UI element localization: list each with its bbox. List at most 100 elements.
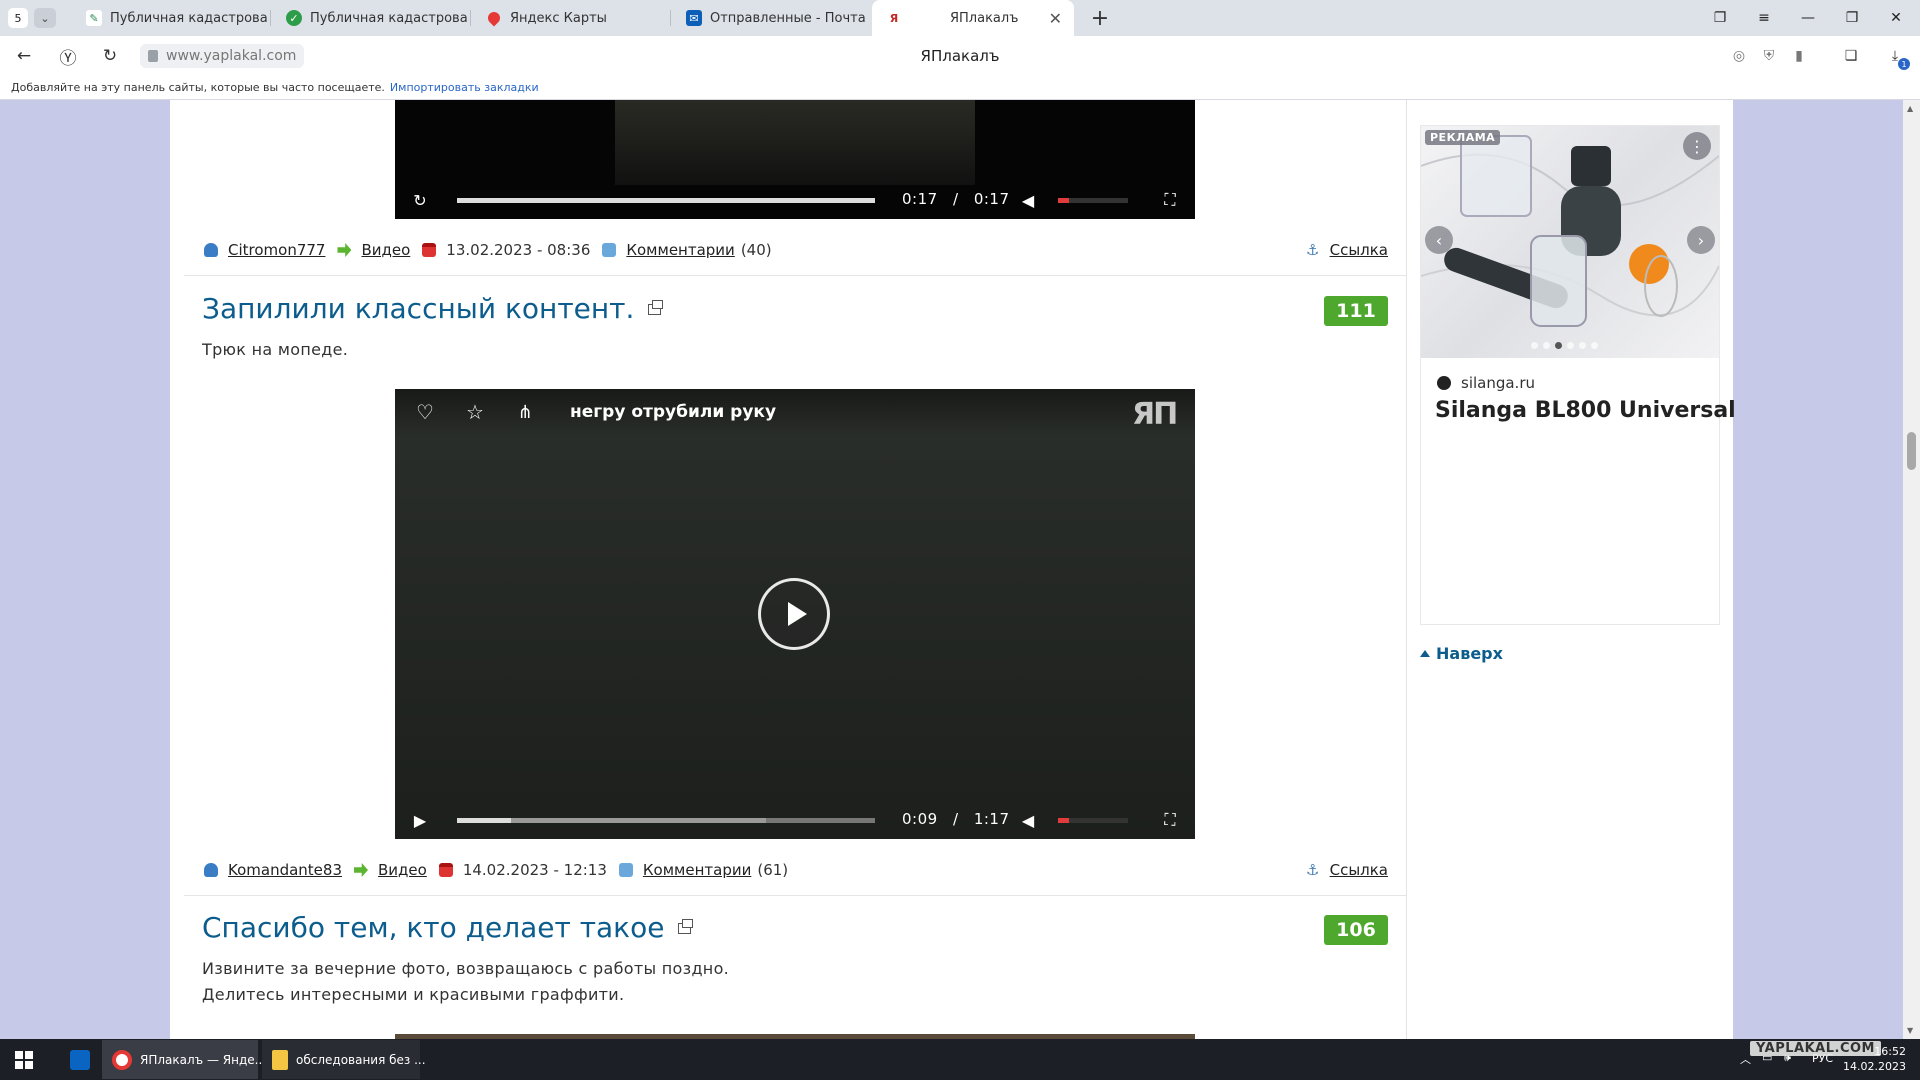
video-player[interactable]: ↻ 0:17 / 0:17 ◀ ⛶ bbox=[395, 100, 1195, 219]
permalink-label[interactable]: Ссылка bbox=[1330, 241, 1388, 259]
post-title-text[interactable]: Спасибо тем, кто делает такое bbox=[202, 911, 664, 944]
video-progress-bar[interactable] bbox=[457, 818, 875, 823]
minimize-icon[interactable]: — bbox=[1796, 6, 1820, 30]
outlook-icon bbox=[70, 1049, 90, 1070]
tab-label: Публичная кадастровая к bbox=[310, 10, 468, 26]
play-button[interactable] bbox=[758, 578, 830, 650]
volume-icon[interactable]: ◀ bbox=[1015, 187, 1041, 213]
video-overlay-title: негру отрубили руку bbox=[570, 402, 777, 422]
back-arrow-icon[interactable]: ← bbox=[12, 44, 36, 68]
carousel-dot[interactable] bbox=[1531, 342, 1538, 349]
video-progress-bar[interactable] bbox=[457, 198, 875, 203]
replay-icon[interactable]: ↻ bbox=[407, 187, 433, 213]
user-icon bbox=[204, 243, 218, 257]
collections-icon[interactable]: ❏ bbox=[1840, 45, 1862, 67]
share-icon[interactable]: ⋔ bbox=[512, 399, 538, 425]
restore-icon[interactable]: ❐ bbox=[1840, 6, 1864, 30]
post-date: 14.02.2023 - 12:13 bbox=[462, 861, 607, 879]
permalink[interactable]: ⚓ Ссылка bbox=[1306, 241, 1388, 259]
carousel-dot[interactable] bbox=[1543, 342, 1550, 349]
permalink-label[interactable]: Ссылка bbox=[1330, 861, 1388, 879]
ad-menu-icon[interactable]: ⋮ bbox=[1683, 132, 1711, 160]
reader-mode-icon[interactable]: ◎ bbox=[1728, 45, 1750, 67]
video-player[interactable]: ♡ ☆ ⋔ негру отрубили руку ЯП ▶ 0:09 / 1:… bbox=[395, 389, 1195, 839]
author-link[interactable]: Citromon777 bbox=[228, 241, 325, 259]
tab-label: Отправленные - Почта M bbox=[710, 10, 868, 26]
bookmark-icon[interactable]: ▮ bbox=[1788, 45, 1810, 67]
tab-cadastral-2[interactable]: ✓ Публичная кадастровая к bbox=[272, 0, 468, 36]
yandex-logo-icon[interactable]: Ⓨ bbox=[56, 44, 80, 69]
chevron-right-icon[interactable]: › bbox=[1687, 226, 1715, 254]
rating-badge[interactable]: 111 bbox=[1324, 296, 1388, 326]
carousel-dot[interactable] bbox=[1555, 342, 1562, 349]
comments-link[interactable]: Комментарии bbox=[626, 241, 734, 259]
video-time: 0:17 / 0:17 bbox=[902, 190, 1010, 208]
volume-level bbox=[1058, 198, 1069, 203]
tab-list-chevron-icon[interactable]: ⌄ bbox=[34, 8, 56, 28]
tab-yaplakal[interactable]: Я ЯПлакалъ ✕ bbox=[872, 0, 1074, 36]
lock-icon[interactable] bbox=[148, 50, 158, 62]
ad-headline[interactable]: Silanga BL800 Universal bbox=[1435, 398, 1736, 423]
tab-cadastral-1[interactable]: ✎ Публичная кадастровая к bbox=[72, 0, 268, 36]
protect-icon[interactable]: ⛨ bbox=[1758, 45, 1780, 67]
carousel-dot[interactable] bbox=[1567, 342, 1574, 349]
carousel-dot[interactable] bbox=[1579, 342, 1586, 349]
comments-link[interactable]: Комментарии bbox=[643, 861, 751, 879]
url-field[interactable]: www.yaplakal.com bbox=[140, 44, 305, 68]
post-title[interactable]: Спасибо тем, кто делает такое bbox=[202, 911, 694, 944]
arrow-right-icon bbox=[354, 863, 368, 877]
category-link[interactable]: Видео bbox=[361, 241, 410, 259]
ad-domain-text: silanga.ru bbox=[1461, 374, 1536, 392]
time-separator: / bbox=[952, 810, 959, 828]
windows-start-icon[interactable] bbox=[0, 1039, 48, 1080]
tab-yandex-maps[interactable]: Яндекс Карты bbox=[472, 0, 668, 36]
volume-icon[interactable]: ◀ bbox=[1015, 807, 1041, 833]
carousel-dot[interactable] bbox=[1591, 342, 1598, 349]
tab-count-badge[interactable]: 5 bbox=[8, 8, 28, 28]
check-circle-icon: ✓ bbox=[286, 10, 302, 26]
close-tab-icon[interactable]: ✕ bbox=[1049, 9, 1062, 28]
play-small-icon[interactable]: ▶ bbox=[407, 807, 433, 833]
ad-domain[interactable]: silanga.ru bbox=[1437, 374, 1535, 392]
menu-icon[interactable]: ≡ bbox=[1752, 6, 1776, 30]
favorite-star-icon[interactable]: ☆ bbox=[462, 399, 488, 425]
new-tab-plus-icon[interactable]: + bbox=[1088, 6, 1112, 31]
category-link[interactable]: Видео bbox=[378, 861, 427, 879]
taskbar-item-label: обследования без ... bbox=[296, 1052, 426, 1067]
fullscreen-icon[interactable]: ⛶ bbox=[1157, 187, 1183, 213]
volume-slider[interactable] bbox=[1058, 198, 1128, 203]
scroll-down-icon[interactable]: ▼ bbox=[1907, 1026, 1913, 1035]
address-bar: ← Ⓨ ↻ www.yaplakal.com ЯПлакалъ ◎ ⛨ ▮ ❏ … bbox=[0, 36, 1920, 76]
scroll-thumb[interactable] bbox=[1907, 432, 1916, 470]
tab-separator bbox=[270, 10, 271, 26]
cadastral-favicon-icon: ✎ bbox=[86, 10, 102, 26]
like-heart-icon[interactable]: ♡ bbox=[412, 399, 438, 425]
post-title[interactable]: Запилили классный контент. bbox=[202, 292, 664, 325]
bookmarks-bar: Добавляйте на эту панель сайты, которые … bbox=[0, 76, 1920, 100]
back-to-top-link[interactable]: Наверх bbox=[1420, 644, 1503, 663]
taskbar-explorer[interactable]: обследования без ... bbox=[262, 1040, 426, 1079]
import-bookmarks-link[interactable]: Импортировать закладки bbox=[390, 81, 539, 94]
open-new-window-icon[interactable] bbox=[678, 919, 694, 934]
ad-card[interactable]: РЕКЛАМА ⋮ ‹ › silanga.ru Silanga BL800 U… bbox=[1420, 125, 1736, 625]
close-window-icon[interactable]: ✕ bbox=[1884, 6, 1908, 30]
clock[interactable]: 16:52 14.02.2023 bbox=[1843, 1044, 1906, 1074]
taskbar-outlook[interactable] bbox=[60, 1040, 100, 1079]
page-scrollbar[interactable]: ▲ ▼ bbox=[1903, 100, 1920, 1039]
bookmark-collections-icon[interactable]: ❐ bbox=[1708, 6, 1732, 30]
volume-slider[interactable] bbox=[1058, 818, 1128, 823]
chevron-left-icon[interactable]: ‹ bbox=[1425, 226, 1453, 254]
rating-badge[interactable]: 106 bbox=[1324, 915, 1388, 945]
scroll-up-icon[interactable]: ▲ bbox=[1907, 104, 1913, 113]
author-link[interactable]: Komandante83 bbox=[228, 861, 342, 879]
ad-image[interactable]: РЕКЛАМА ⋮ ‹ › bbox=[1421, 126, 1719, 358]
permalink[interactable]: ⚓ Ссылка bbox=[1306, 861, 1388, 879]
tab-mail[interactable]: ✉ Отправленные - Почта M bbox=[672, 0, 868, 36]
reload-icon[interactable]: ↻ bbox=[98, 44, 122, 68]
yandex-browser-icon bbox=[112, 1049, 132, 1070]
fullscreen-icon[interactable]: ⛶ bbox=[1157, 807, 1183, 833]
post-title-text[interactable]: Запилили классный контент. bbox=[202, 292, 634, 325]
open-new-window-icon[interactable] bbox=[648, 300, 664, 315]
video-time: 0:09 / 1:17 bbox=[902, 810, 1010, 828]
taskbar-browser[interactable]: ЯПлакалъ — Янде... bbox=[102, 1040, 266, 1079]
